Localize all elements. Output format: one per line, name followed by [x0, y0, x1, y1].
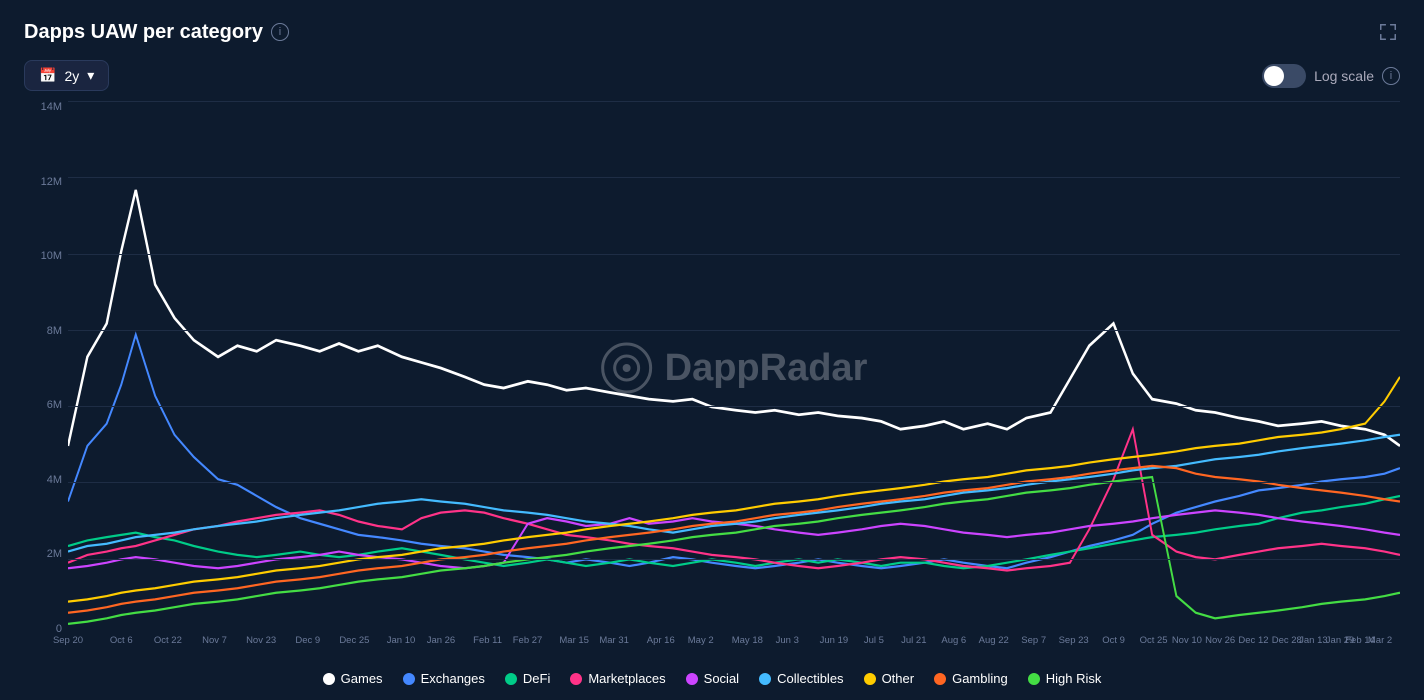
grid-lines [68, 101, 1400, 635]
legend-label-exchanges: Exchanges [421, 671, 485, 686]
legend-dot-exchanges [403, 673, 415, 685]
legend-label-gambling: Gambling [952, 671, 1008, 686]
x-label: Jul 21 [901, 635, 926, 646]
x-axis: Sep 20 Oct 6 Oct 22 Nov 7 Nov 23 Dec 9 D… [68, 635, 1400, 665]
chart-area: 14M 12M 10M 8M 6M 4M 2M 0 [24, 101, 1400, 665]
log-scale-control: Log scale i [1262, 64, 1400, 88]
x-label: Jan 26 [427, 635, 456, 646]
x-label: Mar 2 [1368, 635, 1392, 646]
dashboard-container: Dapps UAW per category i 📅 2y ▾ [0, 0, 1424, 700]
legend-dot-defi [505, 673, 517, 685]
legend-dot-gambling [934, 673, 946, 685]
y-label-6m: 6M [47, 399, 62, 411]
y-label-4m: 4M [47, 474, 62, 486]
chart-legend: Games Exchanges DeFi Marketplaces Social… [24, 665, 1400, 690]
x-label: Dec 25 [339, 635, 369, 646]
x-label: Sep 20 [53, 635, 83, 646]
legend-label-social: Social [704, 671, 739, 686]
legend-label-collectibles: Collectibles [777, 671, 843, 686]
x-label: May 2 [688, 635, 714, 646]
legend-label-marketplaces: Marketplaces [588, 671, 665, 686]
legend-item-exchanges: Exchanges [403, 671, 485, 686]
log-scale-label: Log scale [1314, 68, 1374, 84]
x-label: Oct 22 [154, 635, 182, 646]
log-scale-info-icon[interactable]: i [1382, 67, 1400, 85]
x-label: Nov 26 [1205, 635, 1235, 646]
legend-dot-marketplaces [570, 673, 582, 685]
legend-label-games: Games [341, 671, 383, 686]
x-label: Mar 15 [559, 635, 589, 646]
legend-item-marketplaces: Marketplaces [570, 671, 665, 686]
x-label: Feb 27 [513, 635, 543, 646]
chart-body: DappRadar [68, 101, 1400, 635]
calendar-icon: 📅 [39, 67, 56, 84]
legend-dot-social [686, 673, 698, 685]
legend-item-social: Social [686, 671, 739, 686]
expand-icon[interactable] [1376, 20, 1400, 44]
legend-label-defi: DeFi [523, 671, 550, 686]
x-label: Jan 13 [1299, 635, 1328, 646]
x-label: Sep 23 [1059, 635, 1089, 646]
x-label: Dec 9 [295, 635, 320, 646]
x-label: Jun 19 [820, 635, 849, 646]
controls-row: 📅 2y ▾ Log scale i [24, 60, 1400, 91]
x-label: Nov 23 [246, 635, 276, 646]
time-period-selector[interactable]: 📅 2y ▾ [24, 60, 109, 91]
legend-label-other: Other [882, 671, 915, 686]
x-label: Nov 10 [1172, 635, 1202, 646]
x-label: Dec 12 [1238, 635, 1268, 646]
log-scale-toggle[interactable] [1262, 64, 1306, 88]
x-label: Aug 6 [941, 635, 966, 646]
header: Dapps UAW per category i [24, 20, 1400, 44]
x-label: Sep 7 [1021, 635, 1046, 646]
title-info-icon[interactable]: i [271, 23, 289, 41]
legend-dot-games [323, 673, 335, 685]
x-label: Apr 16 [647, 635, 675, 646]
x-label: Oct 25 [1140, 635, 1168, 646]
legend-item-gambling: Gambling [934, 671, 1008, 686]
y-label-10m: 10M [41, 250, 62, 262]
y-axis: 14M 12M 10M 8M 6M 4M 2M 0 [24, 101, 68, 635]
x-label: Dec 28 [1272, 635, 1302, 646]
x-label: Jun 3 [776, 635, 799, 646]
legend-dot-highrisk [1028, 673, 1040, 685]
legend-dot-collectibles [759, 673, 771, 685]
x-label: Feb 11 [473, 635, 502, 646]
time-period-value: 2y [64, 68, 79, 84]
legend-item-collectibles: Collectibles [759, 671, 843, 686]
x-label: Oct 6 [110, 635, 133, 646]
x-label: Mar 31 [599, 635, 629, 646]
x-label: Nov 7 [202, 635, 227, 646]
y-label-14m: 14M [41, 101, 62, 113]
x-label: Jan 10 [387, 635, 416, 646]
x-label: May 18 [732, 635, 763, 646]
y-label-2m: 2M [47, 548, 62, 560]
y-label-8m: 8M [47, 325, 62, 337]
chevron-down-icon: ▾ [87, 67, 94, 84]
x-label: Jul 5 [864, 635, 884, 646]
legend-label-highrisk: High Risk [1046, 671, 1102, 686]
legend-item-other: Other [864, 671, 915, 686]
legend-item-defi: DeFi [505, 671, 550, 686]
x-label: Oct 9 [1102, 635, 1125, 646]
title-row: Dapps UAW per category i [24, 21, 289, 44]
x-label: Aug 22 [979, 635, 1009, 646]
y-label-0: 0 [56, 623, 62, 635]
legend-dot-other [864, 673, 876, 685]
toggle-knob [1264, 66, 1284, 86]
y-label-12m: 12M [41, 176, 62, 188]
legend-item-games: Games [323, 671, 383, 686]
legend-item-highrisk: High Risk [1028, 671, 1102, 686]
page-title: Dapps UAW per category [24, 21, 263, 44]
